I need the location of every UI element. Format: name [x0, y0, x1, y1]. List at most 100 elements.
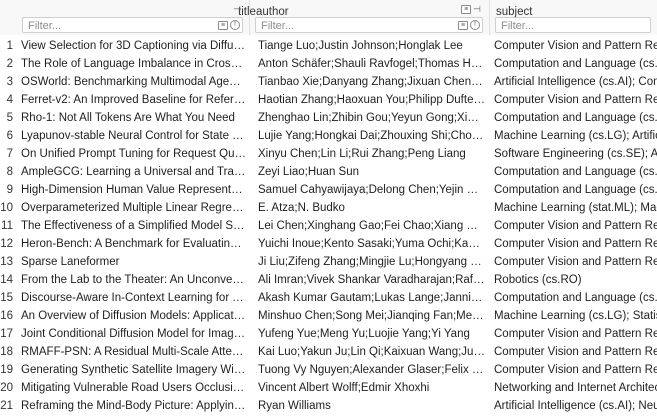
subject-cell[interactable]: Artificial Intelligence (cs.AI); Computa… [494, 76, 657, 88]
title-cell[interactable]: Overparameterized Multiple Linear Regres… [21, 202, 246, 214]
table-row[interactable]: 4 Ferret-v2: An Improved Baseline for Ref… [0, 92, 657, 110]
subject-cell[interactable]: Software Engineering (cs.SE); Artificial… [494, 148, 657, 160]
title-cell[interactable]: Reframing the Mind-Body Picture: Applyin… [21, 400, 246, 412]
title-cell[interactable]: Joint Conditional Diffusion Model for Im… [21, 328, 246, 340]
author-cell[interactable]: Ji Liu;Zifeng Zhang;Mingjie Lu;Hongyang … [258, 256, 485, 268]
row-number: 4 [6, 94, 13, 106]
author-cell[interactable]: Minshuo Chen;Song Mei;Jianqing Fan;Mengd… [258, 310, 485, 322]
title-cell[interactable]: AmpleGCG: Learning a Universal and Trans… [21, 166, 246, 178]
author-cell[interactable]: Tianbao Xie;Danyang Zhang;Jixuan Chen;Xi… [258, 76, 485, 88]
title-cell[interactable]: View Selection for 3D Captioning via Dif… [21, 40, 246, 52]
table-row[interactable]: 17 Joint Conditional Diffusion Model for … [0, 326, 657, 344]
subject-cell[interactable]: Computation and Language (cs.CL) [494, 184, 657, 196]
table-row[interactable]: 15 Discourse-Aware In-Context Learning fo… [0, 290, 657, 308]
author-cell[interactable]: Tuong Vy Nguyen;Alexander Glaser;Felix B… [258, 364, 485, 376]
author-filter-input[interactable] [256, 19, 482, 33]
title-cell[interactable]: OSWorld: Benchmarking Multimodal Agents … [21, 76, 246, 88]
table-row[interactable]: 10 Overparameterized Multiple Linear Regr… [0, 200, 657, 218]
table-row[interactable]: 16 An Overview of Diffusion Models: Appli… [0, 308, 657, 326]
table-row[interactable]: 19 Generating Synthetic Satellite Imagery… [0, 362, 657, 380]
table-row[interactable]: 18 RMAFF-PSN: A Residual Multi-Scale Atte… [0, 344, 657, 362]
title-cell[interactable]: From the Lab to the Theater: An Unconven… [21, 274, 246, 286]
author-cell[interactable]: Samuel Cahyawijaya;Delong Chen;Yejin Ban… [258, 184, 485, 196]
author-cell[interactable]: Ali Imran;Vivek Shankar Varadharajan;Raf… [258, 274, 485, 286]
subject-cell[interactable]: Computer Vision and Pattern Recognition [494, 328, 657, 340]
title-cell[interactable]: Ferret-v2: An Improved Baseline for Refe… [21, 94, 246, 106]
clear-filter-icon[interactable]: ! [230, 20, 240, 30]
subject-cell[interactable]: Networking and Internet Architecture (cs… [494, 382, 657, 394]
author-cell[interactable]: Kai Luo;Yakun Ju;Lin Qi;Kaixuan Wang;Jun… [258, 346, 485, 358]
author-cell[interactable]: Lujie Yang;Hongkai Dai;Zhouxing Shi;Cho-… [258, 130, 485, 142]
row-number: 18 [0, 346, 13, 358]
table-row[interactable]: 7 On Unified Prompt Tuning for Request Qu… [0, 146, 657, 164]
subject-cell[interactable]: Machine Learning (cs.LG); Artificial Int… [494, 130, 657, 142]
title-cell[interactable]: Rho-1: Not All Tokens Are What You Need [21, 112, 246, 124]
column-header-title[interactable]: title ⊣ ≡ ! [17, 0, 256, 35]
table-row[interactable]: 1 View Selection for 3D Captioning via Di… [0, 38, 657, 56]
table-row[interactable]: 20 Mitigating Vulnerable Road Users Occlu… [0, 380, 657, 398]
subject-cell[interactable]: Computer Vision and Pattern Recognition [494, 256, 657, 268]
title-cell[interactable]: The Effectiveness of a Simplified Model … [21, 220, 246, 232]
pin-icon[interactable]: ⊣ [233, 5, 241, 14]
table-row[interactable]: 11 The Effectiveness of a Simplified Mode… [0, 218, 657, 236]
filter-mode-icon[interactable]: ≡ [218, 20, 228, 30]
author-cell[interactable]: Xinyu Chen;Lin Li;Rui Zhang;Peng Liang [258, 148, 485, 160]
title-filter-input[interactable] [23, 19, 242, 33]
title-cell[interactable]: Mitigating Vulnerable Road Users Occlusi… [21, 382, 246, 394]
table-row[interactable]: 14 From the Lab to the Theater: An Unconv… [0, 272, 657, 290]
title-cell[interactable]: Heron-Bench: A Benchmark for Evaluating … [21, 238, 246, 250]
pin-icon[interactable]: ⊣ [473, 5, 481, 14]
filter-mode-icon[interactable]: ≡ [461, 5, 472, 14]
title-cell[interactable]: Generating Synthetic Satellite Imagery W… [21, 364, 246, 376]
title-cell[interactable]: RMAFF-PSN: A Residual Multi-Scale Attent… [21, 346, 246, 358]
author-cell[interactable]: Ryan Williams [258, 400, 485, 412]
subject-cell[interactable]: Computation and Language (cs.CL); Artifi… [494, 112, 657, 124]
title-cell[interactable]: The Role of Language Imbalance in Cross-… [21, 58, 246, 70]
column-header-author[interactable]: author ≡ ⊣ ≡ ! [250, 0, 490, 35]
table-row[interactable]: 5 Rho-1: Not All Tokens Are What You Need… [0, 110, 657, 128]
subject-cell[interactable]: Computer Vision and Pattern Recognition [494, 94, 657, 106]
subject-cell[interactable]: Computation and Language (cs.CL) [494, 166, 657, 178]
subject-cell[interactable]: Machine Learning (cs.LG); Statistics The… [494, 310, 657, 322]
clear-filter-icon[interactable]: ! [470, 20, 480, 30]
subject-cell[interactable]: Computation and Language (cs.CL); Artifi… [494, 292, 657, 304]
subject-cell[interactable]: Computer Vision and Pattern Recognition [494, 364, 657, 376]
author-cell[interactable]: Zeyi Liao;Huan Sun [258, 166, 485, 178]
table-row[interactable]: 2 The Role of Language Imbalance in Cross… [0, 56, 657, 74]
author-cell[interactable]: Yuichi Inoue;Kento Sasaki;Yuma Ochi;Kazu… [258, 238, 485, 250]
author-cell[interactable]: Lei Chen;Xinghang Gao;Fei Chao;Xiang Cha… [258, 220, 485, 232]
table-row[interactable]: 6 Lyapunov-stable Neural Control for Stat… [0, 128, 657, 146]
title-cell[interactable]: Discourse-Aware In-Context Learning for … [21, 292, 246, 304]
subject-cell[interactable]: Computation and Language (cs.CL); Artifi… [494, 58, 657, 70]
author-cell[interactable]: Tiange Luo;Justin Johnson;Honglak Lee [258, 40, 485, 52]
subject-cell[interactable]: Computer Vision and Pattern Recognition [494, 346, 657, 358]
table-row[interactable]: 13 Sparse Laneformer Ji Liu;Zifeng Zhang;M… [0, 254, 657, 272]
column-controls: ⊣ [233, 5, 241, 14]
table-row[interactable]: 8 AmpleGCG: Learning a Universal and Tran… [0, 164, 657, 182]
title-cell[interactable]: Sparse Laneformer [21, 256, 246, 268]
table-row[interactable]: 12 Heron-Bench: A Benchmark for Evaluatin… [0, 236, 657, 254]
title-cell[interactable]: On Unified Prompt Tuning for Request Qua… [21, 148, 246, 160]
author-cell[interactable]: Yufeng Yue;Meng Yu;Luojie Yang;Yi Yang [258, 328, 485, 340]
author-cell[interactable]: Akash Kumar Gautam;Lukas Lange;Jannik St… [258, 292, 485, 304]
subject-cell[interactable]: Computer Vision and Pattern Recognition [494, 238, 657, 250]
subject-cell[interactable]: Computer Vision and Pattern Recognition [494, 220, 657, 232]
title-cell[interactable]: An Overview of Diffusion Models: Applica… [21, 310, 246, 322]
author-cell[interactable]: Anton Schäfer;Shauli Ravfogel;Thomas Hof… [258, 58, 485, 70]
author-cell[interactable]: Haotian Zhang;Haoxuan You;Philipp Dufter… [258, 94, 485, 106]
title-cell[interactable]: Lyapunov-stable Neural Control for State… [21, 130, 246, 142]
filter-options-icon[interactable]: ≡ [458, 20, 468, 30]
subject-cell[interactable]: Machine Learning (stat.ML); Machine Lear… [494, 202, 657, 214]
subject-filter-input[interactable] [496, 19, 650, 33]
subject-cell[interactable]: Computer Vision and Pattern Recognition [494, 40, 657, 52]
title-cell[interactable]: High-Dimension Human Value Representatio… [21, 184, 246, 196]
subject-cell[interactable]: Robotics (cs.RO) [494, 274, 657, 286]
author-cell[interactable]: Vincent Albert Wolff;Edmir Xhoxhi [258, 382, 485, 394]
author-cell[interactable]: E. Atza;N. Budko [258, 202, 485, 214]
author-cell[interactable]: Zhenghao Lin;Zhibin Gou;Yeyun Gong;Xiao … [258, 112, 485, 124]
column-header-subject[interactable]: subject [490, 0, 657, 35]
table-row[interactable]: 21 Reframing the Mind-Body Picture: Apply… [0, 398, 657, 416]
table-row[interactable]: 3 OSWorld: Benchmarking Multimodal Agents… [0, 74, 657, 92]
table-row[interactable]: 9 High-Dimension Human Value Representati… [0, 182, 657, 200]
subject-cell[interactable]: Artificial Intelligence (cs.AI); Neurons… [494, 400, 657, 412]
